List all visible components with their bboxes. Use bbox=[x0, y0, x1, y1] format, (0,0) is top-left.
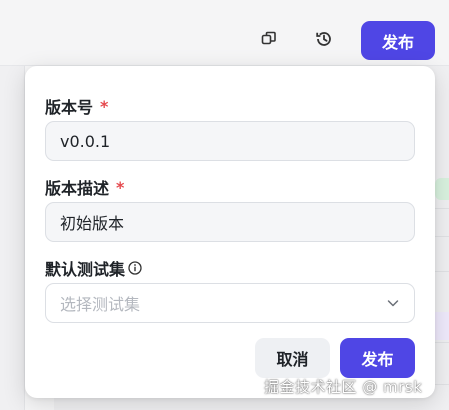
description-label: 版本描述 * bbox=[45, 175, 124, 199]
history-icon[interactable] bbox=[314, 29, 334, 49]
background-highlight bbox=[435, 312, 449, 340]
testset-select[interactable]: 选择测试集 bbox=[45, 283, 415, 323]
background-divider bbox=[433, 342, 449, 343]
info-icon[interactable] bbox=[128, 261, 142, 275]
background-divider bbox=[433, 236, 449, 237]
testset-label: 默认测试集 bbox=[45, 256, 142, 280]
testset-placeholder: 选择测试集 bbox=[60, 295, 141, 314]
top-bar: 发布 bbox=[0, 0, 449, 66]
required-mark: * bbox=[116, 177, 125, 197]
cancel-button[interactable]: 取消 bbox=[255, 338, 330, 378]
watermark: 掘金技术社区 @ mrsk bbox=[264, 378, 423, 396]
description-label-text: 版本描述 bbox=[45, 179, 110, 198]
background-divider bbox=[433, 271, 449, 272]
version-label-text: 版本号 bbox=[45, 98, 94, 117]
publish-version-dialog: 版本号 * 版本描述 * 默认测试集 选择测试集 取消 发布 bbox=[25, 66, 435, 398]
background-divider bbox=[433, 384, 449, 385]
publish-top-button[interactable]: 发布 bbox=[361, 21, 435, 60]
description-input[interactable] bbox=[45, 202, 415, 242]
version-label: 版本号 * bbox=[45, 94, 108, 118]
version-input[interactable] bbox=[45, 121, 415, 161]
background-divider bbox=[433, 208, 449, 209]
required-mark: * bbox=[100, 96, 109, 116]
chevron-down-icon bbox=[386, 296, 400, 310]
publish-button[interactable]: 发布 bbox=[340, 338, 415, 378]
background-status-tag bbox=[435, 178, 449, 200]
copy-icon[interactable] bbox=[259, 29, 279, 49]
testset-label-text: 默认测试集 bbox=[45, 260, 126, 279]
